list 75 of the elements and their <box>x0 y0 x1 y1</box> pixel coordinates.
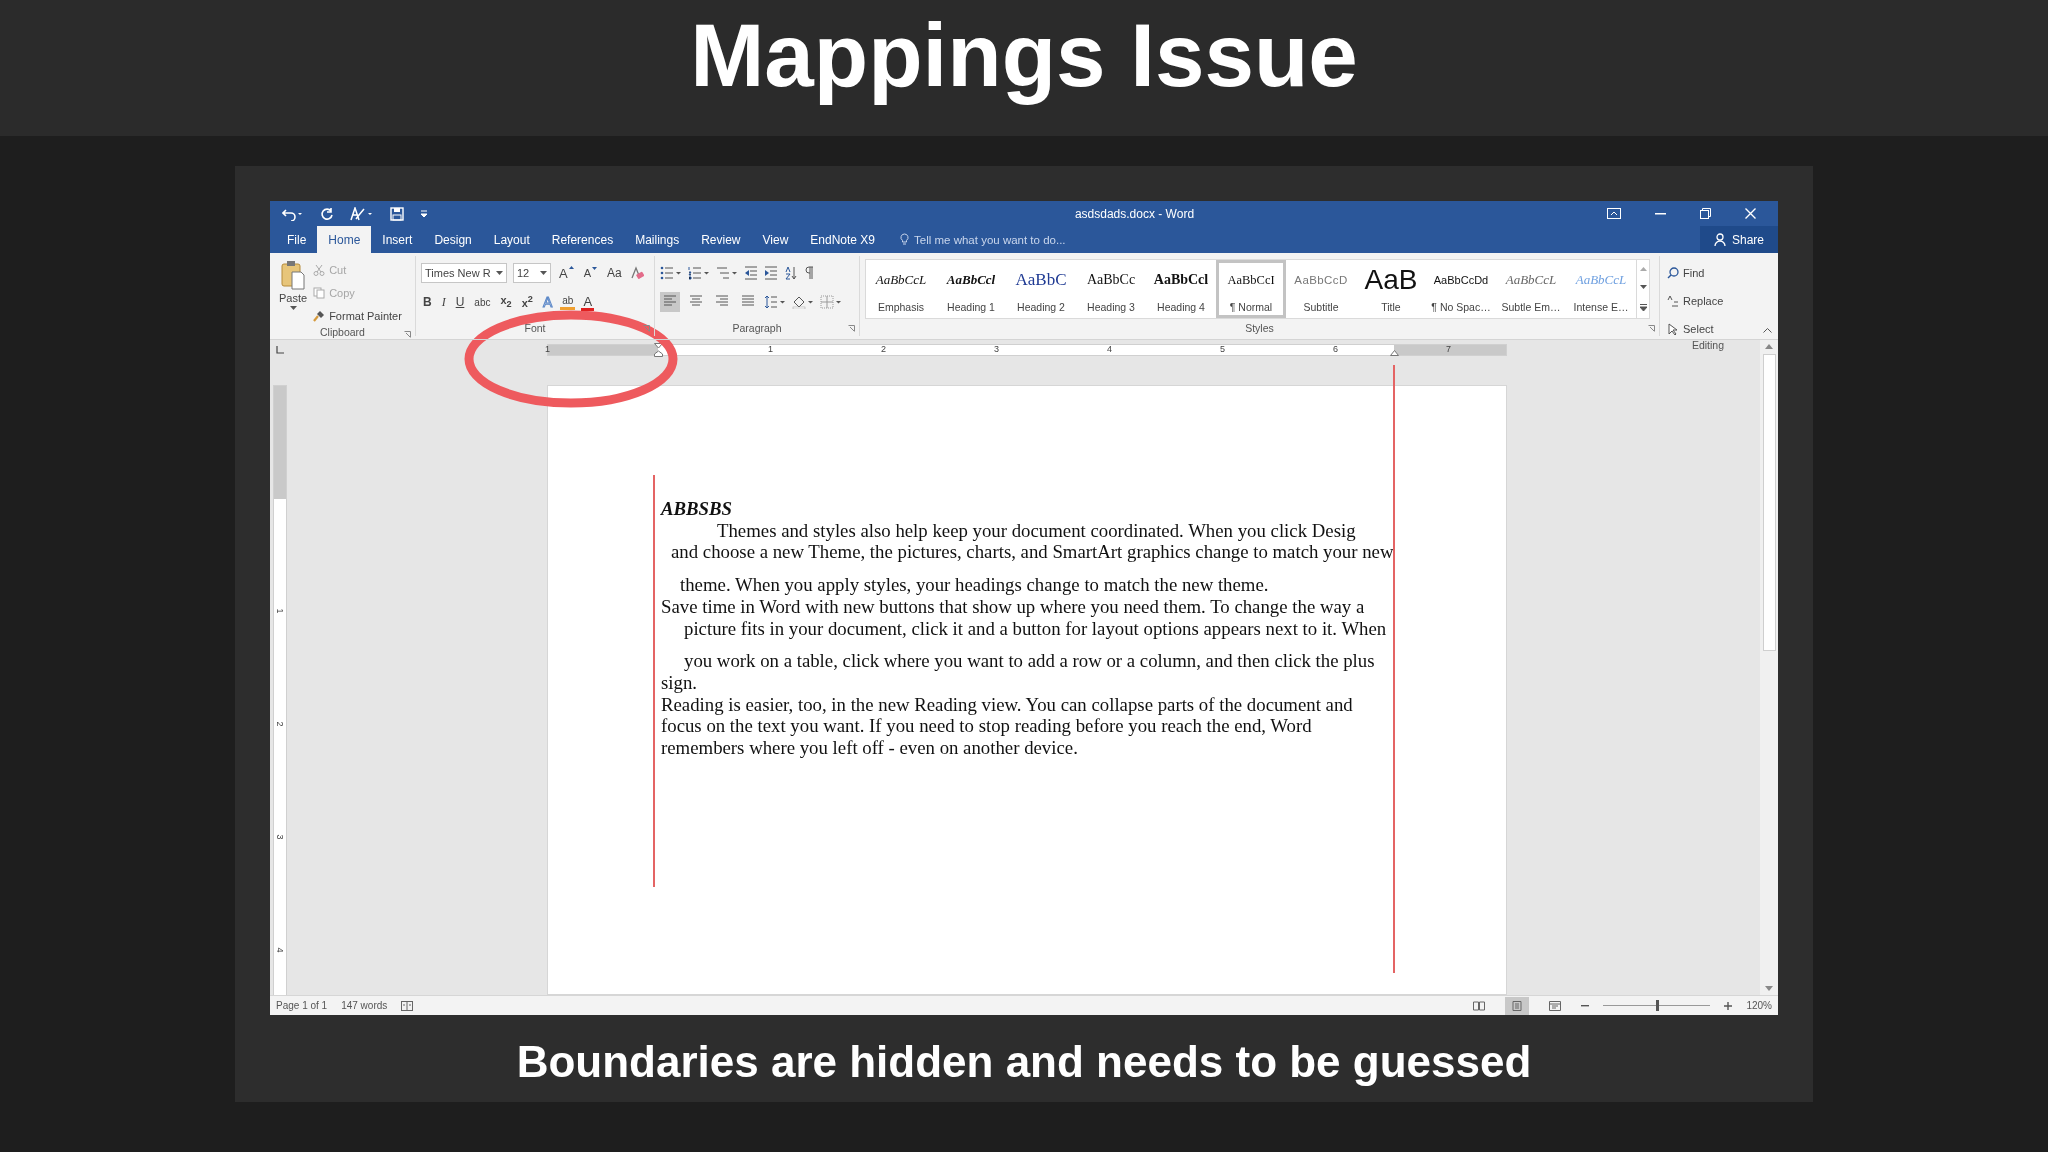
group-label: Font <box>524 322 546 334</box>
ruler-number: 2 <box>275 720 285 729</box>
ruler-number: 2 <box>881 344 886 354</box>
ribbon-tab[interactable]: Mailings <box>624 226 691 253</box>
font-size-field[interactable]: 12 <box>513 263 551 283</box>
ribbon-tab[interactable]: Insert <box>371 226 424 253</box>
document-text-line: sign. <box>661 671 698 694</box>
ruler-number: 4 <box>275 946 285 955</box>
format-button[interactable]: I <box>439 292 448 312</box>
format-button[interactable]: x$_{2}$ <box>498 292 514 312</box>
format-button[interactable]: U <box>453 292 467 312</box>
ribbon-tab[interactable]: Layout <box>482 226 541 253</box>
style-item[interactable]: AaBbCcDd ¶ No Spac… <box>1426 260 1496 318</box>
style-item[interactable]: AaBbCcl Heading 1 <box>936 260 1006 318</box>
slide-caption: Boundaries are hidden and needs to be guessed <box>516 1037 1532 1087</box>
group-label: Editing <box>1691 339 1725 351</box>
style-item[interactable]: AaBbCcL Emphasis <box>866 260 936 318</box>
style-item[interactable]: AaBbCcI ¶ Normal <box>1216 260 1286 318</box>
editing-button[interactable]: Find <box>1665 262 1751 283</box>
ribbon-tab[interactable]: EndNote X9 <box>799 226 887 253</box>
document-text-line: picture fits in your document, click it and a button for layout options appears next to it. When <box>683 617 1388 640</box>
ribbon-tab[interactable]: View <box>751 226 800 253</box>
ribbon-tab[interactable]: File <box>276 226 318 253</box>
font-effect-button[interactable]: A <box>581 293 595 311</box>
document-text-line: theme. When you apply styles, your headings change to match the new theme. <box>679 573 1270 596</box>
style-item[interactable]: AaBbCcL Intense E… <box>1566 260 1636 318</box>
slide-title: Mappings Issue <box>690 3 1358 107</box>
document-text-line: remembers where you left off - even on another device. <box>661 737 1079 759</box>
group-label: Paragraph <box>732 322 782 334</box>
style-item[interactable]: AaBbCcD Subtitle <box>1286 260 1356 318</box>
ruler-number: 1 <box>768 344 773 354</box>
style-item[interactable]: AaBbC Heading 2 <box>1006 260 1076 318</box>
group-label: Clipboard <box>320 326 365 338</box>
format-button[interactable]: x$^{2}$ <box>519 292 535 312</box>
ribbon-tab[interactable]: Design <box>423 226 483 253</box>
ruler-number: 1 <box>545 344 550 354</box>
format-button[interactable]: B <box>421 292 434 312</box>
editing-button[interactable]: Select <box>1665 318 1751 339</box>
change-case-button[interactable]: Aa <box>605 263 624 283</box>
ruler-number: 1 <box>275 607 285 616</box>
font-name-field[interactable]: Times New R <box>421 263 507 283</box>
ribbon-tab[interactable]: References <box>540 226 625 253</box>
document-text-line: Themes and styles also help keep your document coordinated. When you click Desig <box>716 519 1357 542</box>
document-text-line: and choose a new Theme, the pictures, charts, and SmartArt graphics change to match your new <box>670 541 1395 564</box>
style-item[interactable]: AaBbCcl Heading 4 <box>1146 260 1216 318</box>
clipboard-button[interactable]: Format Painter <box>311 306 404 326</box>
ruler-number: 3 <box>994 344 999 354</box>
document-text-line: focus on the text you want. If you need to stop reading before you reach the end, Word <box>661 715 1313 738</box>
grow-font-button[interactable]: A <box>557 263 576 283</box>
zoom-level[interactable]: 120% <box>1746 1000 1772 1011</box>
ruler-number: 4 <box>1107 344 1112 354</box>
ruler-number: 3 <box>275 833 285 842</box>
window-title: asdsdads.docx - Word <box>1073 206 1196 221</box>
font-effect-button[interactable]: ab <box>560 294 576 310</box>
ruler-number: 6 <box>1333 344 1338 354</box>
page-count[interactable]: Page 1 of 1 <box>276 1000 328 1011</box>
format-button[interactable]: abc <box>472 292 493 312</box>
word-count[interactable]: 147 words <box>341 1000 388 1011</box>
share-button[interactable]: Share <box>1699 226 1778 253</box>
tell-me-field[interactable]: Tell me what you want to do... <box>900 226 1066 253</box>
document-text-line: Reading is easier, too, in the new Reading view. You can collapse parts of the document and <box>661 693 1354 716</box>
group-label: Styles <box>1245 322 1274 334</box>
editing-button[interactable]: Replace <box>1665 290 1751 311</box>
ruler-number: 5 <box>1220 344 1225 354</box>
style-item[interactable]: AaB Title <box>1356 260 1426 318</box>
ruler-number: 7 <box>1446 344 1451 354</box>
style-item[interactable]: AaBbCcL Subtle Em… <box>1496 260 1566 318</box>
ribbon-tab[interactable]: Home <box>317 226 372 253</box>
ribbon-tab[interactable]: Review <box>690 226 752 253</box>
paste-button[interactable]: Paste <box>275 258 312 326</box>
document-text-line: ABBSBS <box>661 498 733 520</box>
document-text-line: you work on a table, click where you want to add a row or a column, and then click the plus <box>683 649 1376 672</box>
shrink-font-button[interactable]: A <box>581 263 599 283</box>
document-text-line: Save time in Word with new buttons that show up where you need them. To change the way a <box>661 595 1366 618</box>
style-item[interactable]: AaBbCc Heading 3 <box>1076 260 1146 318</box>
